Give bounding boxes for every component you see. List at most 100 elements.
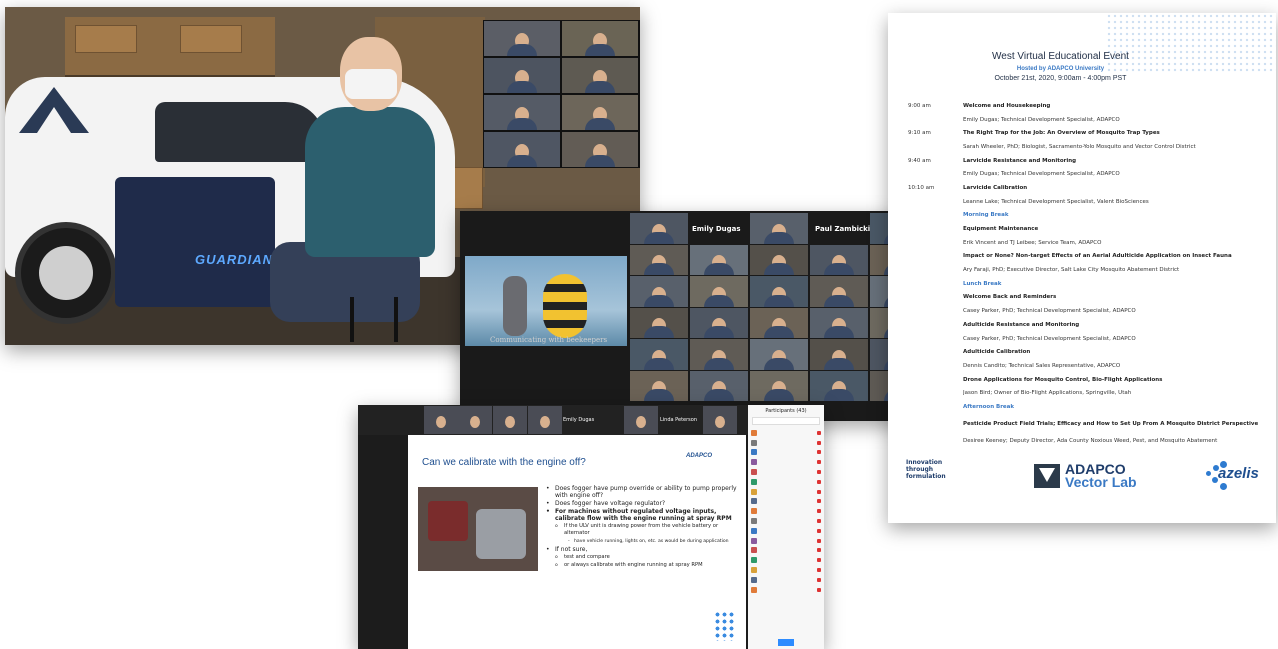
participant-video-tile[interactable] — [630, 339, 688, 370]
schedule-row: Emily Dugas; Technical Development Speci… — [908, 167, 1268, 181]
avatar — [751, 576, 757, 583]
participant-video-tile[interactable] — [630, 244, 688, 275]
participant-video-tile[interactable] — [690, 339, 748, 370]
participant-video-tile[interactable] — [750, 339, 808, 370]
participant-video-tile[interactable] — [750, 370, 808, 401]
fogger-photo — [418, 487, 538, 571]
participant-shoulders — [644, 389, 674, 401]
speaker-video-tile[interactable] — [703, 406, 737, 434]
tagline-line: formulation — [906, 473, 946, 480]
participant-row[interactable] — [748, 506, 824, 516]
mic-muted-icon — [817, 587, 821, 592]
participant-video-tile[interactable] — [750, 244, 808, 275]
speaker-video-tile[interactable] — [493, 406, 527, 434]
brand-sub: Vector Lab — [1065, 474, 1137, 490]
participant-row[interactable] — [748, 457, 824, 467]
video-thumbnail[interactable] — [484, 58, 560, 93]
participant-face — [436, 415, 446, 428]
participant-shoulders — [644, 357, 674, 370]
participant-video-tile[interactable] — [630, 307, 688, 338]
participant-row[interactable] — [748, 438, 824, 448]
participant-shoulders — [824, 326, 854, 338]
avatar — [751, 459, 757, 466]
participant-row[interactable] — [748, 536, 824, 546]
mic-muted-icon — [817, 519, 821, 524]
participant-shoulders — [764, 294, 794, 307]
schedule-row: Casey Parker, PhD; Technical Development… — [908, 332, 1268, 346]
speaker-video-tile[interactable] — [624, 406, 658, 434]
participant-video-tile[interactable] — [750, 276, 808, 307]
participant-shoulders — [507, 118, 537, 130]
participant-video-tile[interactable] — [690, 370, 748, 401]
participant-row[interactable] — [748, 487, 824, 497]
speaker-video-tile[interactable] — [528, 406, 562, 434]
video-caption: Communicating with beekeepers — [490, 336, 608, 344]
participant-video-tile[interactable] — [690, 307, 748, 338]
video-thumbnail[interactable] — [484, 132, 560, 167]
avatar — [751, 478, 757, 485]
participant-video-tile[interactable] — [810, 307, 868, 338]
participant-row[interactable] — [748, 555, 824, 565]
schedule-row: Desiree Keeney; Deputy Director, Ada Cou… — [908, 434, 1268, 448]
video-thumbnail[interactable] — [484, 95, 560, 130]
mosquito-character — [503, 276, 527, 336]
schedule-row: Casey Parker, PhD; Technical Development… — [908, 304, 1268, 318]
participant-row[interactable] — [748, 448, 824, 458]
video-thumbnail[interactable] — [484, 21, 560, 56]
schedule-row: Impact or None? Non-target Effects of an… — [908, 250, 1268, 264]
video-thumbnail[interactable] — [562, 21, 638, 56]
participant-row[interactable] — [748, 467, 824, 477]
participant-video-tile[interactable] — [810, 244, 868, 275]
participant-row[interactable] — [748, 526, 824, 536]
row-text: Leanne Lake; Technical Development Speci… — [963, 198, 1149, 205]
schedule-row: Adulticide Resistance and Monitoring — [908, 318, 1268, 332]
schedule-date: October 21st, 2020, 9:00am - 4:00pm PST — [994, 75, 1127, 82]
participant-row[interactable] — [748, 497, 824, 507]
participant-row[interactable] — [748, 546, 824, 556]
mic-muted-icon — [817, 470, 821, 475]
row-time: 9:00 am — [908, 102, 931, 109]
participant-video-tile[interactable] — [750, 307, 808, 338]
participant-row[interactable] — [748, 585, 824, 595]
participant-row[interactable] — [748, 477, 824, 487]
video-thumbnail[interactable] — [562, 58, 638, 93]
participant-video-tile[interactable] — [810, 370, 868, 401]
speaker-name: Emily Dugas — [563, 417, 595, 423]
participant-video-tile[interactable] — [630, 213, 688, 244]
participant-shoulders — [507, 44, 537, 56]
mic-muted-icon — [817, 538, 821, 543]
schedule-row: Ary Faraji, PhD; Executive Director, Sal… — [908, 263, 1268, 277]
speaker-video-tile[interactable] — [458, 406, 492, 434]
participant-shoulders — [585, 118, 615, 130]
adapco-logo-icon — [19, 87, 89, 133]
event-schedule-document: West Virtual Educational Event Hosted by… — [888, 13, 1276, 523]
participant-video-tile[interactable] — [810, 339, 868, 370]
participant-row[interactable] — [748, 575, 824, 585]
avatar — [751, 469, 757, 476]
participant-video-tile[interactable] — [630, 370, 688, 401]
participant-video-tile[interactable] — [810, 276, 868, 307]
speaker-video-tile[interactable] — [424, 406, 458, 434]
invite-button[interactable] — [752, 639, 756, 646]
video-thumbnail[interactable] — [562, 95, 638, 130]
participant-search-input[interactable] — [752, 417, 820, 425]
schedule-row: Sarah Wheeler, PhD; Biologist, Sacrament… — [908, 140, 1268, 154]
participant-video-tile[interactable] — [750, 213, 808, 244]
participant-row[interactable] — [748, 428, 824, 438]
video-thumbnail[interactable] — [562, 132, 638, 167]
participant-video-tile[interactable] — [690, 276, 748, 307]
participant-row[interactable] — [748, 565, 824, 575]
participant-row[interactable] — [748, 516, 824, 526]
mute-all-button[interactable] — [778, 639, 794, 646]
presentation-slide: Can we calibrate with the engine off? AD… — [408, 435, 746, 649]
participant-shoulders — [644, 326, 674, 338]
participant-shoulders — [764, 357, 794, 370]
schedule-row: Drone Applications for Mosquito Control,… — [908, 373, 1268, 387]
participant-shoulders — [704, 389, 734, 401]
row-text: Casey Parker, PhD; Technical Development… — [963, 335, 1136, 342]
participant-video-tile[interactable] — [630, 276, 688, 307]
participant-video-tile[interactable] — [690, 244, 748, 275]
schedule-row: 9:00 am Welcome and Housekeeping — [908, 99, 1268, 113]
mic-muted-icon — [817, 499, 821, 504]
avatar — [751, 449, 757, 456]
